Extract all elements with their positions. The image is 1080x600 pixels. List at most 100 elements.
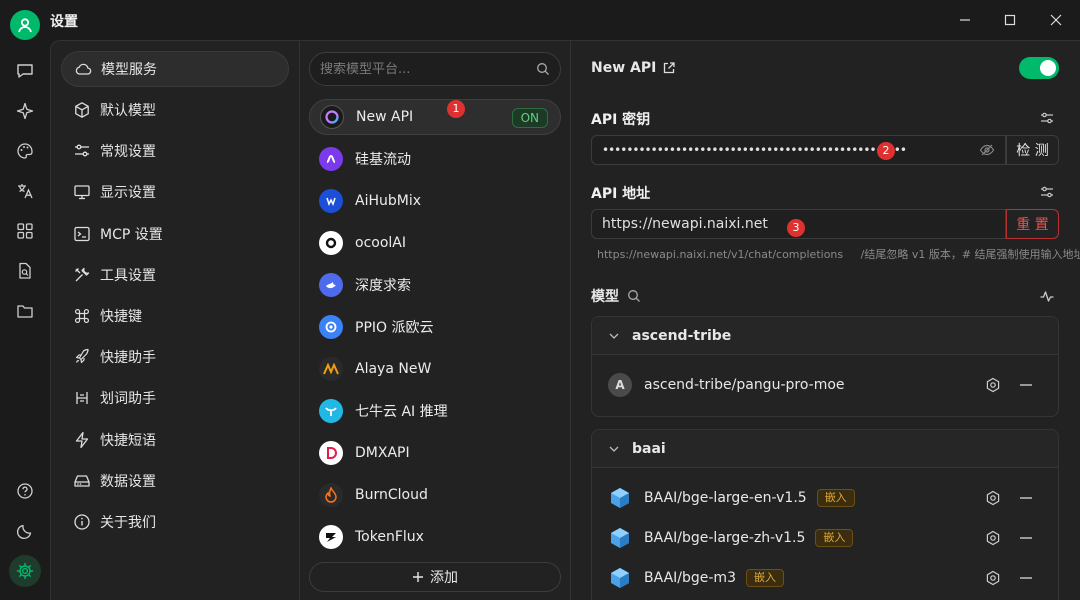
- provider-enable-toggle[interactable]: [1019, 57, 1059, 79]
- api-host-hint: https://newapi.naixi.net/v1/chat/complet…: [597, 246, 1080, 262]
- apps-icon[interactable]: [13, 219, 37, 243]
- minimize-icon[interactable]: [955, 10, 975, 30]
- group-header[interactable]: ascend-tribe: [592, 317, 1058, 355]
- remove-model-icon[interactable]: [1018, 530, 1034, 546]
- dmxapi-logo-icon: [319, 441, 343, 465]
- menu-item-tools[interactable]: 工具设置: [61, 257, 289, 293]
- menu-item-label: 快捷助手: [100, 350, 156, 366]
- eye-off-icon[interactable]: [979, 142, 995, 158]
- help-icon[interactable]: [13, 479, 37, 503]
- search-input[interactable]: [320, 61, 536, 77]
- provider-item-siliconflow[interactable]: 硅基流动: [309, 141, 561, 177]
- sliders-icon: [73, 142, 91, 160]
- provider-item-deepseek[interactable]: 深度求索: [309, 267, 561, 303]
- menu-item-label: 常规设置: [100, 144, 156, 160]
- hard-drive-icon: [73, 472, 91, 490]
- reset-button[interactable]: 重 置: [1006, 209, 1059, 239]
- embedding-tag: 嵌入: [815, 529, 854, 547]
- model-settings-icon[interactable]: [985, 530, 1001, 546]
- provider-item-tokenflux[interactable]: TokenFlux: [309, 519, 561, 555]
- chat-icon[interactable]: [13, 59, 37, 83]
- health-check-icon[interactable]: [1039, 288, 1055, 304]
- api-key-field[interactable]: ••••••••••••••••••••••••••••••••••••••••…: [591, 135, 1006, 165]
- settings-icon[interactable]: [9, 555, 41, 587]
- hint-note: /结尾忽略 v1 版本，# 结尾强制使用输入地址: [860, 248, 1080, 261]
- remove-model-icon[interactable]: [1018, 377, 1034, 393]
- api-key-settings-icon[interactable]: [1039, 110, 1055, 126]
- model-row: BAAI/bge-large-en-v1.5 嵌入: [592, 478, 1058, 518]
- search-icon[interactable]: [627, 289, 641, 303]
- model-group-baai: baai BAAI/bge-large-en-v1.5 嵌入 BAAI/bge-…: [591, 429, 1059, 600]
- provider-item-qiniu[interactable]: 七牛云 AI 推理: [309, 393, 561, 429]
- menu-item-selection-assistant[interactable]: 划词助手: [61, 380, 289, 416]
- maximize-icon[interactable]: [1000, 10, 1020, 30]
- model-row: A ascend-tribe/pangu-pro-moe: [592, 355, 1058, 415]
- zap-icon: [73, 431, 91, 449]
- provider-item-ppio[interactable]: PPIO 派欧云: [309, 309, 561, 345]
- menu-item-mcp[interactable]: MCP 设置: [61, 216, 289, 252]
- annotation-marker-2: 2: [877, 142, 895, 160]
- model-row: BAAI/bge-m3 嵌入: [592, 558, 1058, 598]
- remove-model-icon[interactable]: [1018, 490, 1034, 506]
- file-search-icon[interactable]: [13, 259, 37, 283]
- menu-item-quick-assistant[interactable]: 快捷助手: [61, 339, 289, 375]
- provider-title-text: New API: [591, 60, 657, 76]
- user-avatar-icon[interactable]: [10, 10, 40, 40]
- aihubmix-logo-icon: [319, 189, 343, 213]
- qiniu-logo-icon: [319, 399, 343, 423]
- alaya-new-logo-icon: [319, 357, 343, 381]
- folder-icon[interactable]: [13, 299, 37, 323]
- external-link-icon[interactable]: [662, 61, 676, 75]
- hint-url: https://newapi.naixi.net/v1/chat/complet…: [597, 248, 844, 261]
- provider-name: ocoolAI: [355, 235, 406, 251]
- provider-item-alaya-new[interactable]: Alaya NeW: [309, 351, 561, 387]
- add-provider-button[interactable]: 添加: [309, 562, 561, 592]
- siliconflow-logo-icon: [319, 147, 343, 171]
- provider-item-burncloud[interactable]: BurnCloud: [309, 477, 561, 513]
- model-settings-icon[interactable]: [985, 570, 1001, 586]
- close-icon[interactable]: [1046, 10, 1066, 30]
- menu-item-display[interactable]: 显示设置: [61, 174, 289, 210]
- menu-item-label: 工具设置: [100, 268, 156, 284]
- provider-item-dmxapi[interactable]: DMXAPI: [309, 435, 561, 471]
- provider-name: PPIO 派欧云: [355, 320, 434, 336]
- chevron-down-icon: [608, 443, 620, 455]
- menu-item-data[interactable]: 数据设置: [61, 463, 289, 499]
- provider-item-new-api[interactable]: New API ON: [309, 99, 561, 135]
- menu-item-quick-phrases[interactable]: 快捷短语: [61, 422, 289, 458]
- moon-icon[interactable]: [13, 519, 37, 543]
- chevron-down-icon: [608, 330, 620, 342]
- provider-item-aihubmix[interactable]: AiHubMix: [309, 183, 561, 219]
- provider-item-ocoolai[interactable]: ocoolAI: [309, 225, 561, 261]
- model-settings-icon[interactable]: [985, 490, 1001, 506]
- ocoolai-logo-icon: [319, 231, 343, 255]
- remove-model-icon[interactable]: [1018, 570, 1034, 586]
- menu-item-label: 快捷键: [100, 309, 142, 325]
- model-name: BAAI/bge-large-zh-v1.5: [644, 530, 806, 546]
- group-header[interactable]: baai: [592, 430, 1058, 468]
- menu-item-about[interactable]: 关于我们: [61, 504, 289, 540]
- sparkle-icon[interactable]: [13, 99, 37, 123]
- palette-icon[interactable]: [13, 139, 37, 163]
- translate-icon[interactable]: [13, 179, 37, 203]
- model-name: ascend-tribe/pangu-pro-moe: [644, 377, 845, 393]
- model-settings-icon[interactable]: [985, 377, 1001, 393]
- embedding-tag: 嵌入: [745, 569, 784, 587]
- menu-item-shortcuts[interactable]: 快捷键: [61, 298, 289, 334]
- menu-item-label: 模型服务: [101, 62, 157, 78]
- text-select-icon: [73, 389, 91, 407]
- api-host-label: API 地址: [591, 186, 651, 202]
- embedding-tag: 嵌入: [816, 489, 855, 507]
- info-icon: [73, 513, 91, 531]
- menu-item-general[interactable]: 常规设置: [61, 133, 289, 169]
- check-button[interactable]: 检 测: [1006, 135, 1059, 165]
- terminal-icon: [73, 225, 91, 243]
- menu-item-default-model[interactable]: 默认模型: [61, 92, 289, 128]
- menu-item-model-service[interactable]: 模型服务: [61, 51, 289, 87]
- provider-list: New API ON 1 硅基流动 AiHubMix ocoolAI 深度求索 …: [300, 40, 571, 600]
- api-key-label: API 密钥: [591, 112, 651, 128]
- search-icon[interactable]: [536, 62, 550, 76]
- status-badge: ON: [511, 108, 548, 128]
- menu-item-label: 数据设置: [100, 474, 156, 490]
- api-host-settings-icon[interactable]: [1039, 184, 1055, 200]
